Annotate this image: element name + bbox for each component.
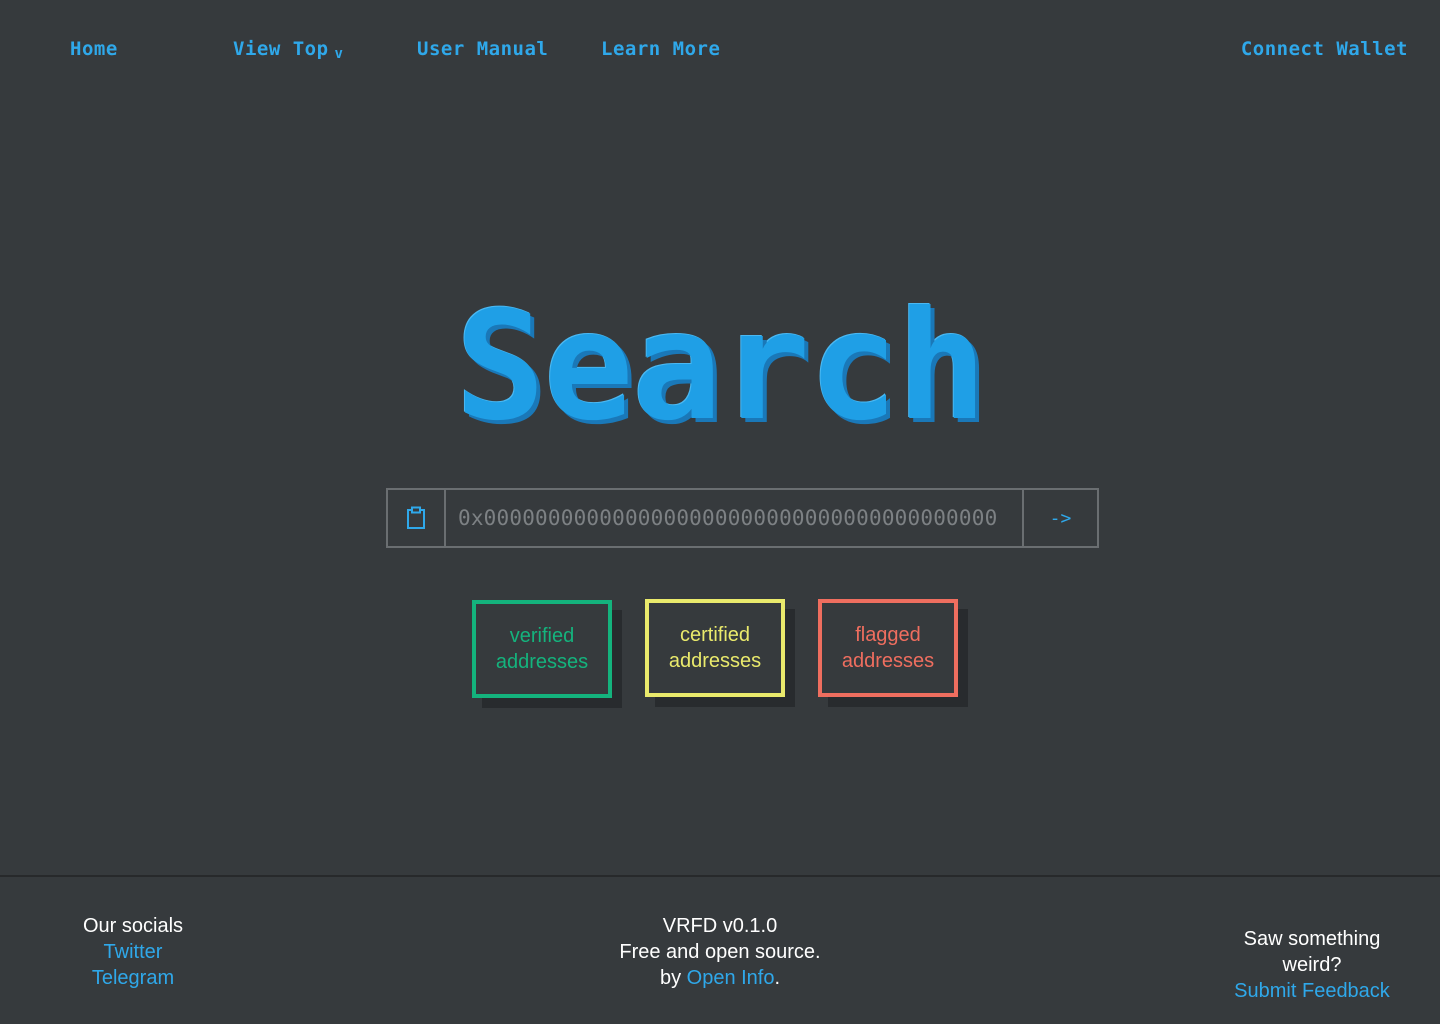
card-label-line1: certified <box>679 624 751 646</box>
by-suffix: . <box>774 967 781 989</box>
page: Home View Top v User Manual Learn More Co… <box>0 0 1440 1024</box>
address-search-input[interactable] <box>446 490 1022 546</box>
twitter-link[interactable]: Twitter <box>104 941 163 963</box>
card-label-line2: addresses <box>841 650 935 672</box>
connect-wallet-button[interactable]: Connect Wallet <box>1241 38 1408 60</box>
arrow-right-icon: -> <box>1049 507 1072 529</box>
by-prefix: by <box>659 967 687 989</box>
license-text: Free and open source. <box>619 941 821 963</box>
paste-clipboard-button[interactable] <box>388 490 446 546</box>
telegram-link[interactable]: Telegram <box>92 967 174 989</box>
search-bar: -> <box>386 488 1099 548</box>
nav-view-top-dropdown[interactable]: View Top v <box>233 38 343 62</box>
footer-socials: Our socials Twitter Telegram <box>58 913 208 991</box>
attribution: by Open Info. <box>570 965 870 991</box>
card-label: certified addresses <box>669 622 761 674</box>
version-text: VRFD v0.1.0 <box>662 915 778 937</box>
feedback-heading: Saw something weird? <box>1243 928 1381 976</box>
chevron-down-icon: v <box>334 46 344 62</box>
card-label-line2: addresses <box>668 650 762 672</box>
socials-heading: Our socials <box>82 915 184 937</box>
card-label: verified addresses <box>496 623 588 675</box>
certified-addresses-button[interactable]: certified addresses <box>645 599 785 697</box>
nav-home-link[interactable]: Home <box>70 38 118 60</box>
card-label-line1: verified <box>509 625 575 647</box>
verified-addresses-button[interactable]: verified addresses <box>472 600 612 698</box>
footer-feedback: Saw something weird? Submit Feedback <box>1212 926 1412 1004</box>
footer-info: VRFD v0.1.0 Free and open source. by Ope… <box>570 913 870 991</box>
card-label-line1: flagged <box>855 624 921 646</box>
card-label: flagged addresses <box>842 622 934 674</box>
nav-learn-more-link[interactable]: Learn More <box>601 38 720 60</box>
submit-feedback-link[interactable]: Submit Feedback <box>1234 980 1390 1002</box>
search-submit-button[interactable]: -> <box>1022 490 1097 546</box>
open-info-link[interactable]: Open Info <box>687 967 775 989</box>
nav-view-top-label: View Top <box>233 38 329 60</box>
clipboard-icon <box>407 506 425 529</box>
page-title: Search <box>455 280 987 454</box>
footer: Our socials Twitter Telegram VRFD v0.1.0… <box>0 875 1440 1024</box>
card-label-line2: addresses <box>495 651 589 673</box>
nav-user-manual-link[interactable]: User Manual <box>417 38 548 60</box>
flagged-addresses-button[interactable]: flagged addresses <box>818 599 958 697</box>
